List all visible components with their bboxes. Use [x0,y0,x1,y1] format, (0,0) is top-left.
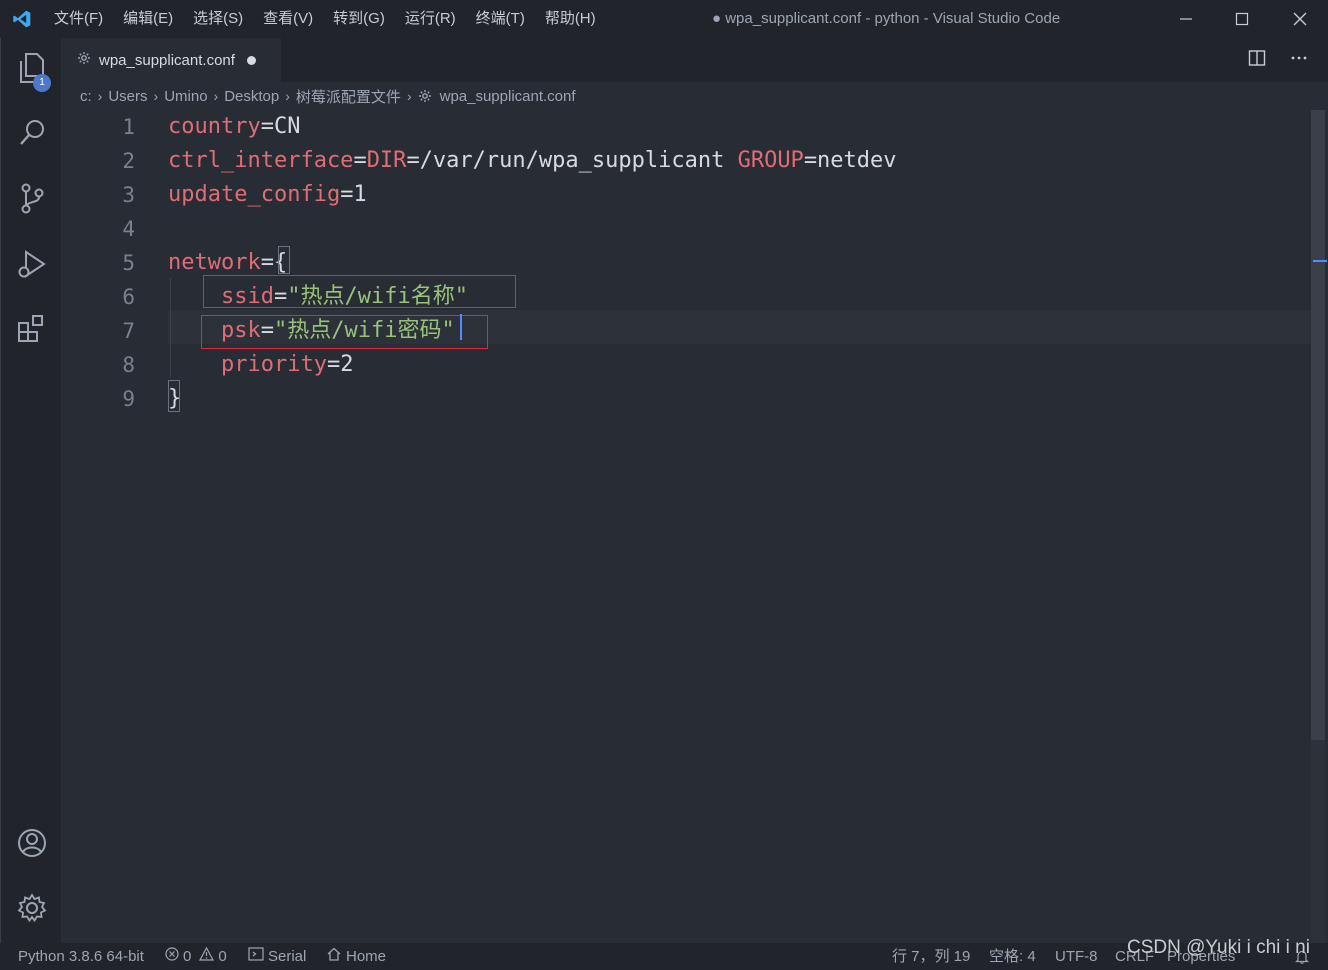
line-number: 7 [122,319,135,343]
unsaved-dot-icon[interactable] [246,55,256,65]
serial-icon [248,943,264,970]
line-number: 6 [122,285,135,309]
code-line[interactable]: ctrl_interface=DIR=/var/run/wpa_supplica… [168,144,897,178]
tab-label: wpa_supplicant.conf [99,51,235,69]
menu-terminal[interactable]: 终端(T) [466,0,535,38]
python-interpreter[interactable]: Python 3.8.6 64-bit [18,943,144,970]
serial-label: Serial [268,948,307,965]
bracket-match-open [278,246,290,274]
menu-run[interactable]: 运行(R) [395,0,466,38]
search-icon[interactable] [1,108,62,156]
line-number: 5 [122,251,135,275]
code-token: =CN [260,114,301,139]
home-icon [326,943,342,970]
title-bar: 文件(F) 编辑(E) 选择(S) 查看(V) 转到(G) 运行(R) 终端(T… [0,0,1328,38]
run-debug-icon[interactable] [1,240,62,288]
menu-bar: 文件(F) 编辑(E) 选择(S) 查看(V) 转到(G) 运行(R) 终端(T… [44,0,606,38]
menu-file[interactable]: 文件(F) [44,0,113,38]
breadcrumb-drive[interactable]: c: [80,88,92,105]
overview-ruler-cursor-mark [1313,260,1327,262]
serial-button[interactable]: Serial [248,943,306,970]
close-button[interactable] [1272,0,1328,38]
code-key-token: country [168,114,261,139]
line-number: 1 [122,115,135,139]
chevron-right-icon: › [97,88,103,104]
line-number: 3 [122,183,135,207]
account-icon[interactable] [1,819,62,867]
code-token: =netdev [803,148,897,173]
menu-view[interactable]: 查看(V) [253,0,323,38]
chevron-right-icon: › [406,88,412,104]
line-number: 4 [122,217,135,241]
line-number: 2 [122,149,135,173]
split-editor-icon[interactable] [1248,49,1266,72]
encoding-setting[interactable]: UTF-8 [1055,943,1098,970]
code-token: = [353,148,367,173]
maximize-button[interactable] [1214,0,1270,38]
explorer-icon[interactable]: 1 [1,44,62,92]
chevron-right-icon: › [153,88,159,104]
code-token: =2 [326,352,354,377]
error-icon [165,943,179,970]
settings-file-icon [418,89,432,103]
window-title: ● wpa_supplicant.conf - python - Visual … [712,10,1061,27]
chevron-right-icon: › [285,88,290,104]
editor-tab-bar: wpa_supplicant.conf [61,38,1328,82]
menu-selection[interactable]: 选择(S) [183,0,253,38]
cursor-position[interactable]: 行 7，列 19 [892,943,970,970]
menu-edit[interactable]: 编辑(E) [113,0,183,38]
code-key-token: priority [220,352,327,377]
menu-help[interactable]: 帮助(H) [535,0,606,38]
warning-icon [199,943,215,970]
tab-wpa-supplicant[interactable]: wpa_supplicant.conf [61,38,281,82]
minimize-button[interactable] [1158,0,1214,38]
extensions-icon[interactable] [1,304,62,352]
settings-file-icon [77,51,91,70]
code-key-token: update_config [168,182,341,207]
line-number: 8 [122,353,135,377]
explorer-badge: 1 [33,74,51,92]
chevron-right-icon: › [213,88,219,104]
code-line[interactable]: update_config=1 [168,178,367,212]
code-key-token: network [168,250,261,275]
error-count: 0 [183,948,192,965]
python-version-label: Python 3.8.6 64-bit [18,948,144,965]
breadcrumb-users[interactable]: Users [108,88,147,105]
scrollbar-thumb[interactable] [1311,110,1325,740]
code-line[interactable]: priority=2 [168,348,353,382]
code-key-token: DIR [366,148,407,173]
text-cursor [460,314,462,340]
manage-gear-icon[interactable] [1,884,62,932]
code-token: =/var/run/wpa_supplicant [406,148,738,173]
highlight-box-ssid [203,275,516,308]
menu-go[interactable]: 转到(G) [323,0,395,38]
warning-count: 0 [218,948,227,965]
code-key-token: ctrl_interface [168,148,354,173]
code-key-token: GROUP [737,148,804,173]
code-editor[interactable]: 123456789 country=CN ctrl_interface=DIR=/… [61,110,1328,943]
breadcrumb-desktop[interactable]: Desktop [224,88,279,105]
vscode-logo-icon [0,0,44,38]
csdn-watermark: CSDN @Yuki i chi i ni [1127,937,1310,958]
activity-bar: 1 [0,38,61,943]
bracket-match-close [168,380,180,412]
code-token: =1 [340,182,367,207]
line-number: 9 [122,387,135,411]
editor-actions [1248,38,1308,82]
home-label: Home [346,948,387,965]
breadcrumb-folder[interactable]: 树莓派配置文件 [296,86,401,107]
home-button[interactable]: Home [326,943,386,970]
breadcrumb-file[interactable]: wpa_supplicant.conf [440,88,576,105]
breadcrumb: c: › Users › Umino › Desktop › 树莓派配置文件 ›… [61,82,1328,110]
indentation-setting[interactable]: 空格: 4 [989,943,1036,970]
code-line[interactable]: country=CN [168,110,300,144]
breadcrumb-umino[interactable]: Umino [164,88,207,105]
problems-indicator[interactable]: 0 0 [165,943,227,970]
more-actions-icon[interactable] [1290,49,1308,72]
highlight-box-psk [201,315,488,349]
source-control-icon[interactable] [1,174,62,222]
